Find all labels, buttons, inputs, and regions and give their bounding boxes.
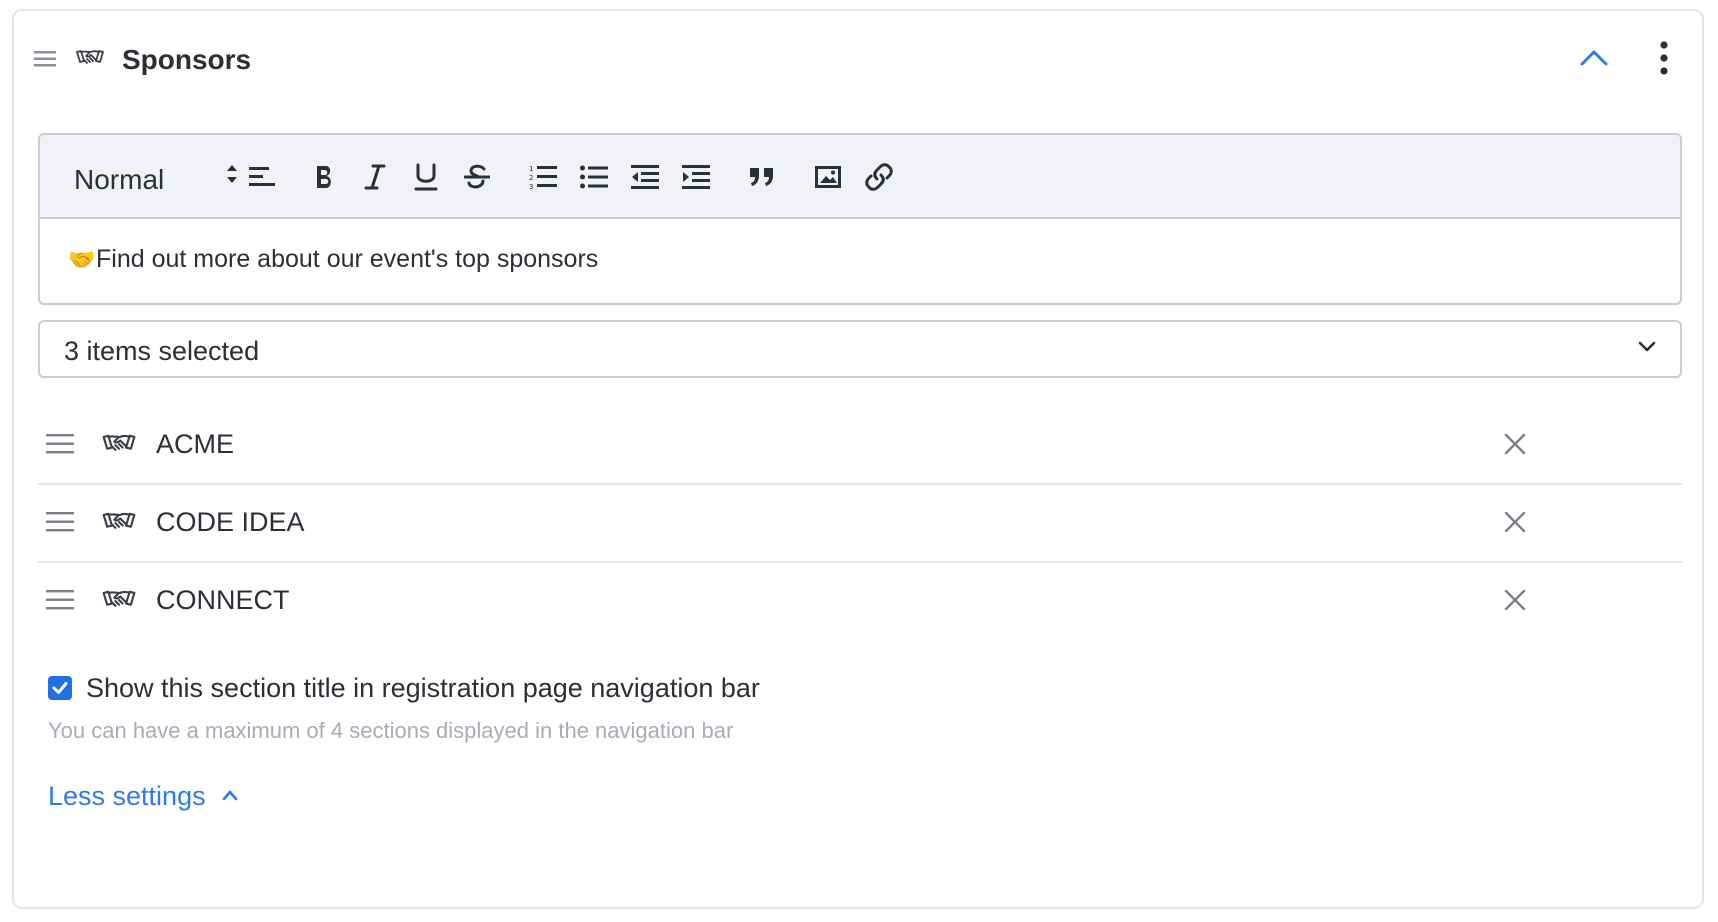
bullet-list-icon[interactable] (576, 159, 612, 195)
svg-text:1: 1 (529, 165, 533, 173)
outdent-icon[interactable] (627, 159, 663, 195)
less-settings-link[interactable]: Less settings (48, 781, 238, 812)
drag-handle-icon[interactable] (46, 511, 74, 538)
drag-handle-icon[interactable] (46, 589, 74, 616)
chevron-up-icon (222, 790, 238, 801)
align-left-icon[interactable] (244, 159, 280, 195)
svg-text:2: 2 (529, 174, 533, 182)
select-arrows-icon (226, 163, 238, 190)
editor-text-content: Find out more about our event's top spon… (96, 245, 599, 273)
list-item: CODE IDEA (38, 485, 1682, 563)
checkbox-label[interactable]: Show this section title in registration … (86, 673, 760, 704)
format-select[interactable]: Normal (40, 135, 245, 217)
nav-helper-text: You can have a maximum of 4 sections dis… (48, 718, 734, 743)
section-title: Sponsors (122, 44, 252, 75)
close-icon[interactable] (1504, 589, 1526, 616)
sponsor-multiselect[interactable]: 3 items selected (38, 320, 1682, 378)
handshake-icon (102, 431, 136, 462)
editor-toolbar: Normal 123 (40, 135, 1680, 219)
italic-icon[interactable] (357, 159, 393, 195)
handshake-emoji: 🤝 (68, 247, 96, 272)
sponsor-name: ACME (156, 429, 235, 459)
underline-icon[interactable] (408, 159, 444, 195)
less-settings-label: Less settings (48, 781, 206, 811)
handshake-icon (76, 47, 104, 74)
strikethrough-icon[interactable] (459, 159, 495, 195)
bold-icon[interactable] (307, 159, 343, 195)
close-icon[interactable] (1504, 511, 1526, 538)
format-select-value: Normal (74, 164, 165, 195)
handshake-icon (102, 509, 136, 540)
more-vertical-icon[interactable] (1658, 41, 1670, 80)
show-in-nav-checkbox[interactable] (48, 676, 72, 700)
indent-icon[interactable] (678, 159, 714, 195)
handshake-icon (102, 587, 136, 618)
svg-text:3: 3 (529, 183, 533, 190)
sponsor-name: CODE IDEA (156, 507, 305, 537)
editor-text: 🤝Find out more about our event's top spo… (68, 245, 598, 274)
editor-content[interactable]: 🤝Find out more about our event's top spo… (40, 219, 1680, 303)
list-item: ACME (38, 407, 1682, 485)
description-editor: Normal 123 🤝Find out more about our even… (38, 133, 1682, 305)
close-icon[interactable] (1504, 433, 1526, 460)
multiselect-value: 3 items selected (64, 336, 260, 366)
section-header: Sponsors (14, 11, 1702, 99)
sponsor-name: CONNECT (156, 585, 290, 615)
chevron-down-icon (1638, 340, 1656, 358)
drag-handle-icon[interactable] (34, 51, 56, 72)
sponsors-section-card: Sponsors Normal 1 2 3 🤝Find out more abo… (12, 9, 1704, 909)
sponsor-list: ACME CODE IDEA CONNECT (38, 407, 1682, 641)
chevron-up-icon[interactable] (1580, 48, 1608, 71)
link-icon[interactable] (861, 159, 897, 195)
image-icon[interactable] (810, 159, 846, 195)
drag-handle-icon[interactable] (46, 433, 74, 460)
list-item: CONNECT (38, 563, 1682, 641)
ordered-list-icon[interactable]: 123 (525, 159, 561, 195)
quote-icon[interactable] (744, 159, 780, 195)
